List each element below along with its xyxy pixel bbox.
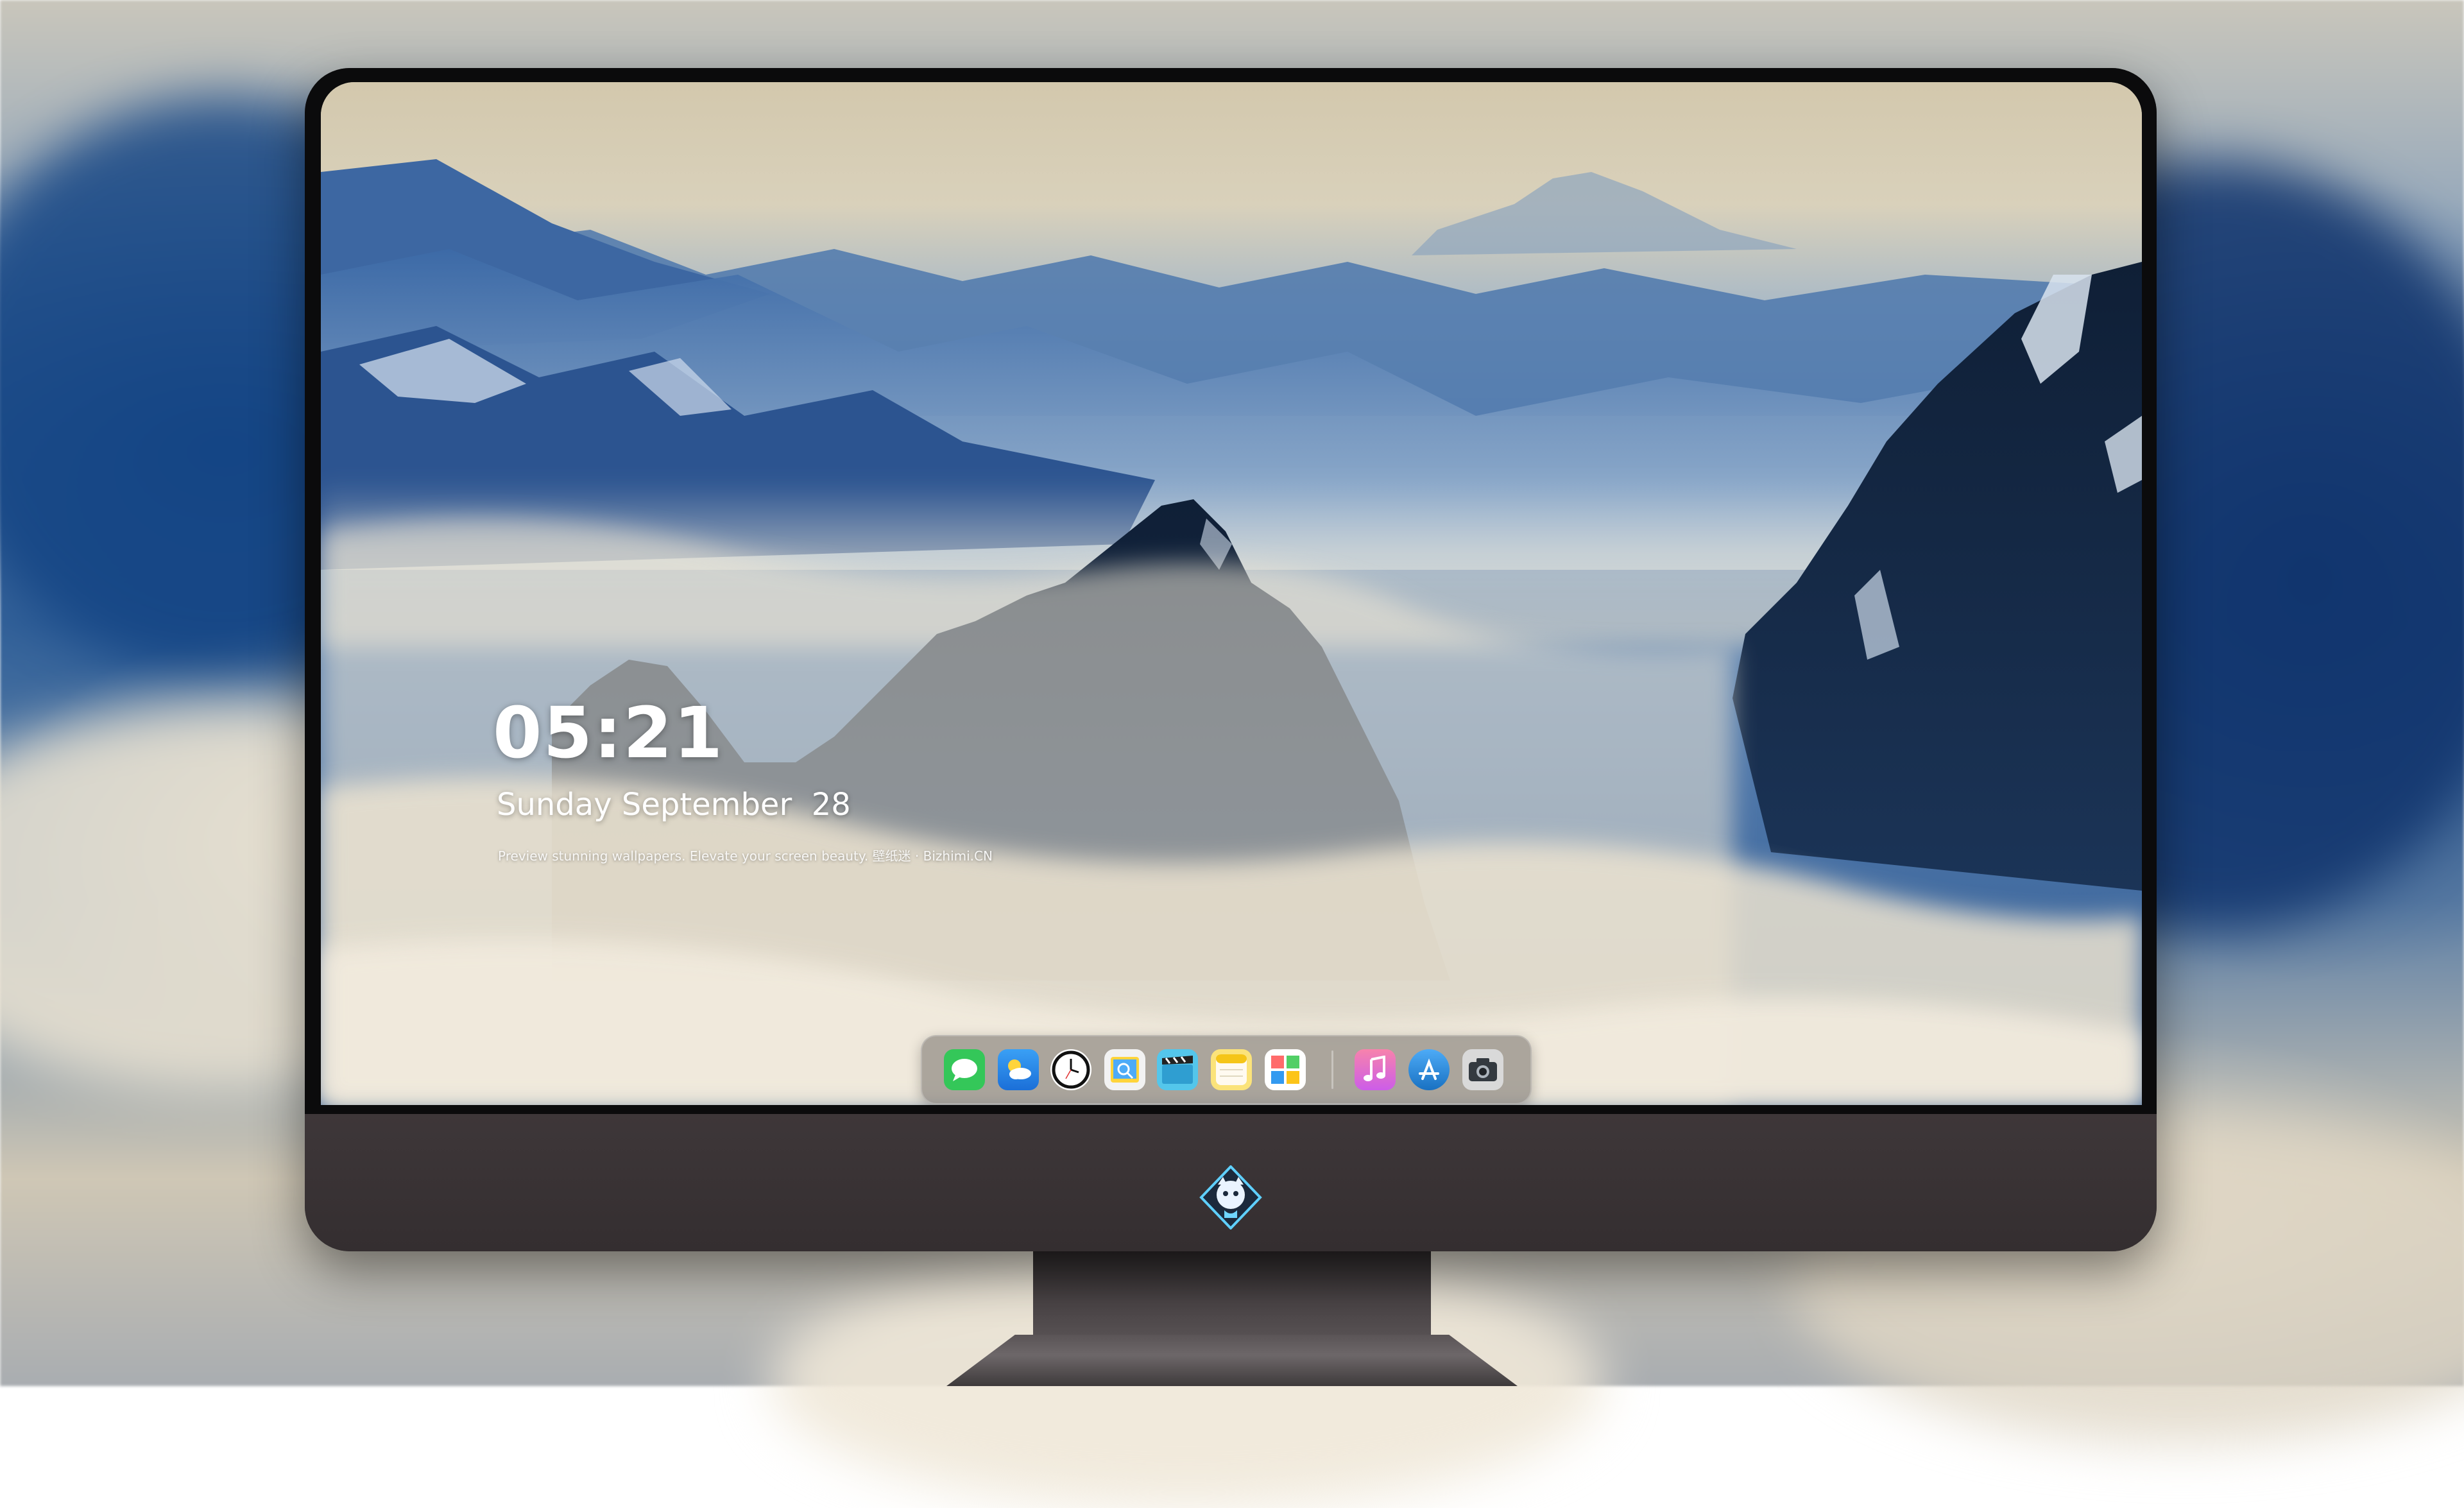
dock-separator [1331,1050,1333,1089]
brand-logo-icon [1199,1165,1262,1230]
mountain-wallpaper [321,82,2142,1105]
dock [921,1035,1532,1104]
monitor-chin [305,1114,2157,1251]
music-icon[interactable] [1355,1049,1396,1090]
wallpaper-tagline: Preview stunning wallpapers. Elevate you… [498,848,993,864]
preview-icon[interactable] [1104,1049,1145,1090]
camera-icon[interactable] [1462,1049,1503,1090]
lockscreen-date: Sunday September 28 [497,787,851,823]
video-clapper-icon[interactable] [1157,1049,1198,1090]
weather-icon[interactable] [998,1049,1039,1090]
monitor-stand-base [946,1335,1518,1386]
notes-icon[interactable] [1211,1049,1252,1090]
messages-icon[interactable] [944,1049,985,1090]
lockscreen-time: 05:21 [493,692,724,774]
screen-lockscreen: 05:21 Sunday September 28 Preview stunni… [321,82,2142,1105]
app-store-icon[interactable] [1408,1049,1450,1090]
photo-gallery-icon[interactable] [1265,1049,1306,1090]
clock-icon[interactable] [1050,1049,1091,1090]
